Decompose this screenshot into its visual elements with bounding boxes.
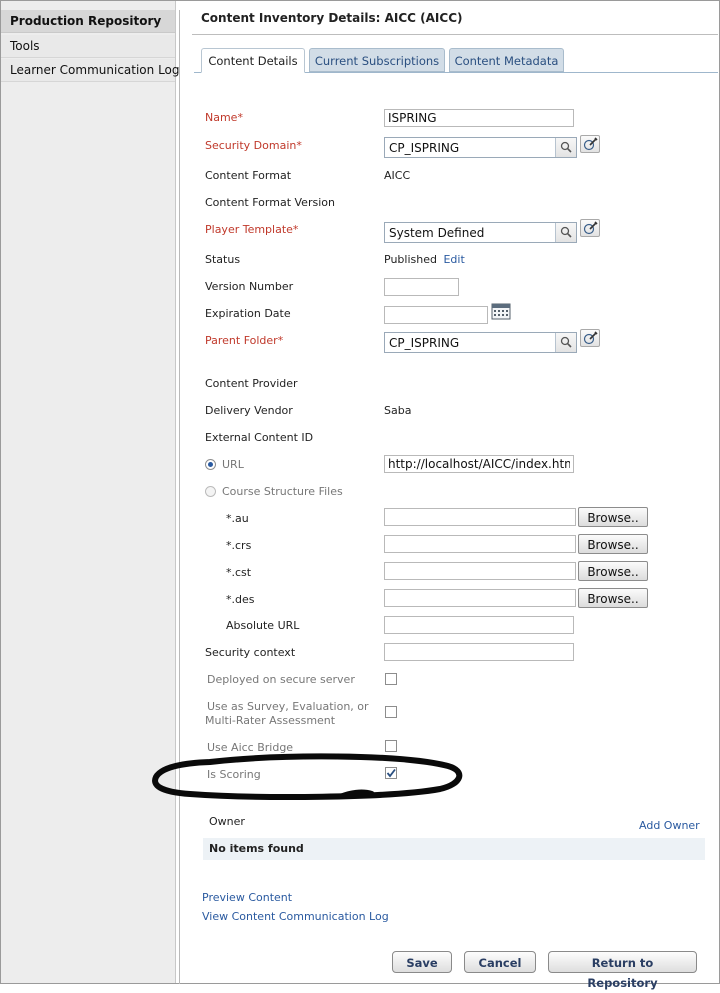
add-owner-link[interactable]: Add Owner — [639, 819, 700, 832]
tab-current-subscriptions[interactable]: Current Subscriptions — [309, 48, 445, 72]
player-template-edit-button[interactable] — [580, 219, 600, 237]
player-template-search-button[interactable] — [555, 223, 576, 242]
page-title: Content Inventory Details: AICC (AICC) — [201, 11, 463, 25]
save-button[interactable]: Save — [392, 951, 452, 973]
des-file-label: *.des — [226, 593, 255, 606]
au-file-input[interactable] — [384, 508, 576, 526]
magnifier-icon — [560, 336, 572, 348]
security-domain-search-button[interactable] — [555, 138, 576, 157]
edit-pencil-icon — [583, 331, 598, 345]
version-number-label: Version Number — [205, 280, 294, 293]
external-content-id-label: External Content ID — [205, 431, 314, 444]
des-browse-button[interactable]: Browse.. — [578, 588, 648, 608]
parent-folder-search-button[interactable] — [555, 333, 576, 352]
parent-folder-lookup[interactable]: CP_ISPRING — [384, 332, 577, 353]
preview-content-link[interactable]: Preview Content — [202, 891, 292, 904]
magnifier-icon — [560, 226, 572, 238]
edit-pencil-icon — [583, 221, 598, 235]
view-communication-log-link[interactable]: View Content Communication Log — [202, 910, 389, 923]
security-context-label: Security context — [205, 646, 296, 659]
aicc-bridge-checkbox[interactable] — [385, 740, 397, 752]
crs-file-label: *.crs — [226, 539, 252, 552]
magnifier-icon — [560, 141, 572, 153]
player-template-lookup[interactable]: System Defined — [384, 222, 577, 243]
cst-browse-button[interactable]: Browse.. — [578, 561, 648, 581]
title-divider — [192, 34, 718, 35]
calendar-icon[interactable] — [491, 302, 511, 320]
url-radio[interactable] — [205, 459, 216, 470]
owner-grid-header — [203, 813, 705, 837]
expiration-date-input[interactable] — [384, 306, 488, 324]
absolute-url-label: Absolute URL — [226, 619, 300, 632]
sidebar-item-production-repository[interactable]: Production Repository — [1, 10, 175, 33]
absolute-url-input[interactable] — [384, 616, 574, 634]
player-template-label: Player Template* — [205, 223, 299, 236]
crs-file-input[interactable] — [384, 535, 576, 553]
content-format-label: Content Format — [205, 169, 292, 182]
survey-label-line2: Multi-Rater Assessment — [205, 714, 336, 727]
parent-folder-label: Parent Folder* — [205, 334, 284, 347]
delivery-vendor-label: Delivery Vendor — [205, 404, 293, 417]
status-value: Published Edit — [384, 253, 465, 266]
crs-browse-button[interactable]: Browse.. — [578, 534, 648, 554]
content-provider-label: Content Provider — [205, 377, 298, 390]
course-structure-label: Course Structure Files — [222, 485, 343, 498]
cst-file-input[interactable] — [384, 562, 576, 580]
owner-empty-text: No items found — [209, 842, 304, 855]
sidebar: Production Repository Tools Learner Comm… — [1, 1, 180, 983]
course-structure-radio[interactable] — [205, 486, 216, 497]
delivery-vendor-value: Saba — [384, 404, 412, 417]
url-input[interactable] — [384, 455, 574, 473]
return-to-repository-button[interactable]: Return to Repository — [548, 951, 697, 990]
tab-content-metadata[interactable]: Content Metadata — [449, 48, 564, 72]
edit-pencil-icon — [583, 137, 598, 151]
survey-label-line1: Use as Survey, Evaluation, or — [207, 700, 369, 713]
survey-checkbox[interactable] — [385, 706, 397, 718]
url-label: URL — [222, 458, 244, 471]
pane-divider[interactable] — [179, 10, 180, 984]
security-context-input[interactable] — [384, 643, 574, 661]
deployed-secure-label: Deployed on secure server — [207, 673, 355, 686]
name-input[interactable] — [384, 109, 574, 127]
security-domain-lookup[interactable]: CP_ISPRING — [384, 137, 577, 158]
content-format-value: AICC — [384, 169, 411, 182]
annotation-ellipse — [152, 753, 463, 800]
security-domain-edit-button[interactable] — [580, 135, 600, 153]
owner-column-header: Owner — [209, 815, 245, 828]
cst-file-label: *.cst — [226, 566, 252, 579]
au-browse-button[interactable]: Browse.. — [578, 507, 648, 527]
status-text: Published — [384, 253, 437, 266]
version-number-input[interactable] — [384, 278, 459, 296]
security-domain-label: Security Domain* — [205, 139, 302, 152]
tab-content-details[interactable]: Content Details — [201, 48, 305, 73]
content-format-version-label: Content Format Version — [205, 196, 335, 209]
player-template-value: System Defined — [389, 226, 485, 240]
status-label: Status — [205, 253, 241, 266]
parent-folder-value: CP_ISPRING — [389, 336, 460, 350]
sidebar-item-tools[interactable]: Tools — [1, 35, 175, 58]
expiration-date-label: Expiration Date — [205, 307, 291, 320]
cancel-button[interactable]: Cancel — [464, 951, 536, 973]
deployed-secure-checkbox[interactable] — [385, 673, 397, 685]
status-edit-link[interactable]: Edit — [443, 253, 464, 266]
des-file-input[interactable] — [384, 589, 576, 607]
parent-folder-edit-button[interactable] — [580, 329, 600, 347]
sidebar-item-learner-communication-log[interactable]: Learner Communication Log — [1, 59, 180, 82]
au-file-label: *.au — [226, 512, 249, 525]
name-label: Name* — [205, 111, 243, 124]
security-domain-value: CP_ISPRING — [389, 141, 460, 155]
